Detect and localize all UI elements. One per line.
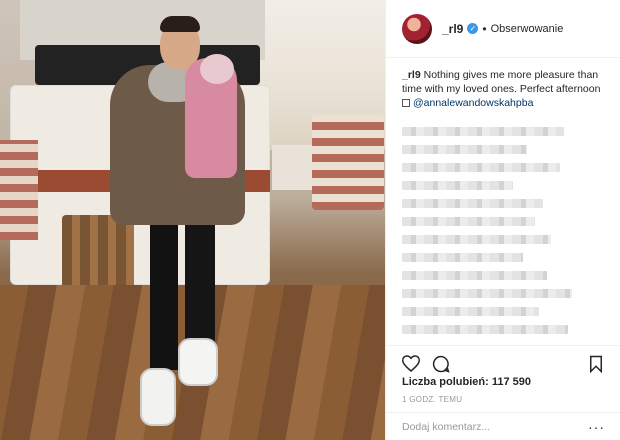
photo-person-hair	[160, 16, 200, 32]
blurred-comment-line	[402, 325, 568, 334]
comment-input[interactable]	[402, 420, 552, 433]
photo-person-leg-right	[185, 225, 215, 350]
blurred-comment-line	[402, 163, 560, 172]
blurred-comment-line	[402, 199, 544, 208]
avatar[interactable]	[402, 13, 432, 44]
photo-sneaker-left	[140, 368, 176, 426]
photo-child-hat	[200, 54, 234, 84]
photo-chair-right	[312, 115, 384, 210]
blurred-comment-line	[402, 145, 528, 154]
caption-mention[interactable]: @annalewandowskahpba	[413, 97, 533, 109]
verified-badge-icon: ✓	[467, 23, 479, 34]
bookmark-icon[interactable]	[585, 353, 607, 375]
blurred-comment-line	[402, 289, 572, 298]
likes-count[interactable]: Liczba polubień: 117 590	[402, 376, 531, 388]
blurred-comment-line	[402, 181, 514, 190]
blurred-comment-line	[402, 235, 552, 244]
caption-username[interactable]: _rl9	[402, 69, 421, 81]
blurred-comments	[386, 110, 620, 334]
caption-text: Nothing gives me more pleasure than time…	[402, 69, 601, 95]
blurred-comment-line	[402, 271, 548, 280]
blurred-comment-line	[402, 307, 540, 316]
post-caption: _rl9 Nothing gives me more pleasure than…	[386, 58, 620, 110]
heart-icon[interactable]	[400, 353, 422, 375]
photo-firewood	[62, 215, 134, 293]
emoji-placeholder-icon	[402, 99, 410, 107]
photo-sneaker-right	[178, 338, 218, 386]
following-button[interactable]: Obserwowanie	[491, 23, 564, 35]
blurred-comment-line	[402, 217, 536, 226]
post-header: _rl9 ✓ • Obserwowanie	[386, 0, 620, 58]
comment-box: ···	[386, 412, 620, 440]
photo-person-leg-left	[150, 225, 178, 370]
comment-icon[interactable]	[430, 353, 452, 375]
photo-chair-left	[0, 140, 38, 240]
post-sidebar: _rl9 ✓ • Obserwowanie _rl9 Nothing gives…	[385, 0, 620, 440]
header-separator: •	[482, 21, 487, 36]
post-photo[interactable]	[0, 0, 385, 440]
more-options-icon[interactable]: ···	[588, 419, 605, 435]
post-timestamp[interactable]: 1 GODZ. TEMU	[402, 395, 462, 404]
action-bar	[386, 345, 620, 375]
blurred-comment-line	[402, 127, 564, 136]
photo-table	[272, 145, 312, 190]
blurred-comment-line	[402, 253, 524, 262]
header-username[interactable]: _rl9	[442, 22, 463, 36]
